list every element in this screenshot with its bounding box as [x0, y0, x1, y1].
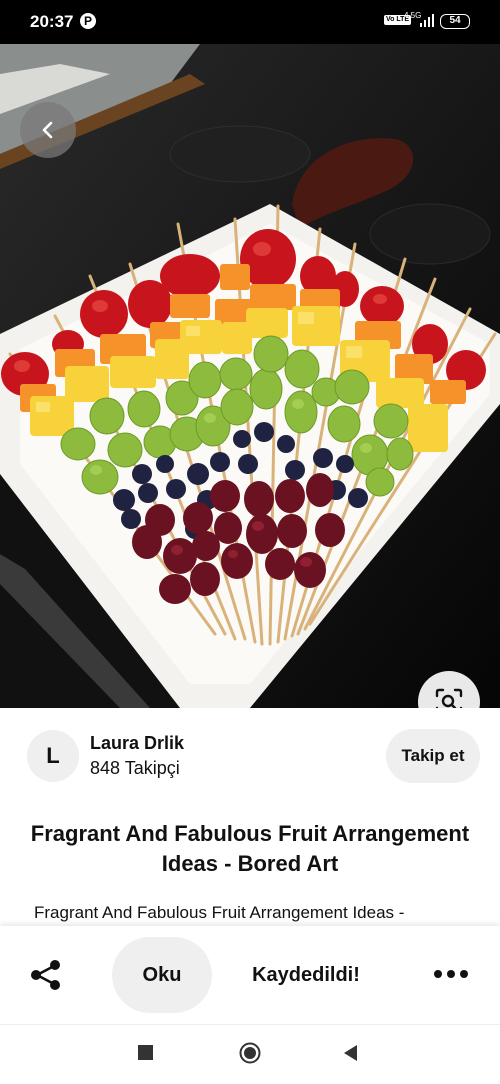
more-options-button[interactable] — [430, 959, 474, 989]
visual-search-button[interactable] — [418, 671, 480, 708]
avatar[interactable]: L — [27, 730, 79, 782]
system-nav-bar — [0, 1024, 500, 1084]
visual-search-icon — [435, 688, 463, 708]
battery-icon: 54 — [440, 14, 470, 29]
chevron-left-icon — [42, 121, 53, 139]
read-button[interactable]: Oku — [112, 937, 212, 1013]
follow-button[interactable]: Takip et — [386, 729, 480, 783]
pinterest-notification-icon: P — [80, 13, 96, 29]
author-name[interactable]: Laura Drlik — [90, 733, 184, 754]
action-bar: Oku Kaydedildi! — [0, 926, 500, 1024]
network-type: 4.5G — [404, 11, 422, 20]
status-bar: 20:37 P Vo LTE 4.5G 54 — [0, 0, 500, 44]
nav-back-icon[interactable] — [343, 1044, 359, 1062]
signal-icon — [420, 14, 434, 27]
recent-apps-icon[interactable] — [138, 1045, 153, 1060]
pin-title: Fragrant And Fabulous Fruit Arrangement … — [30, 821, 470, 876]
home-icon[interactable] — [239, 1042, 261, 1064]
pin-description: Fragrant And Fabulous Fruit Arrangement … — [34, 903, 405, 922]
share-button[interactable] — [28, 957, 64, 993]
pin-image[interactable] — [0, 44, 500, 708]
more-icon — [434, 970, 468, 978]
status-time: 20:37 — [30, 12, 74, 31]
back-button[interactable] — [20, 102, 76, 158]
share-icon — [31, 960, 60, 990]
follower-count: 848 Takipçi — [90, 758, 180, 778]
author-row: L Laura Drlik 848 Takipçi Takip et — [0, 720, 500, 790]
saved-button[interactable]: Kaydedildi! — [232, 937, 380, 1013]
